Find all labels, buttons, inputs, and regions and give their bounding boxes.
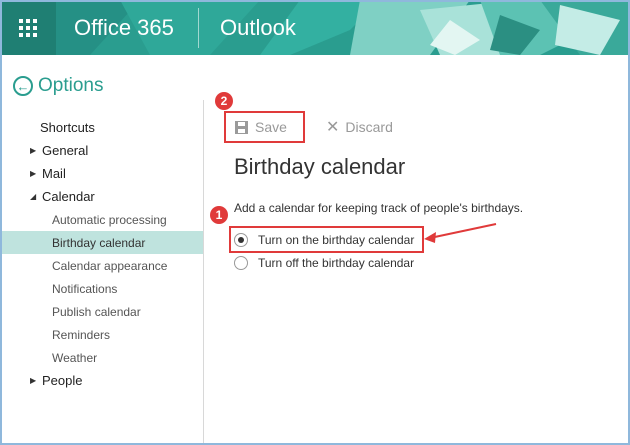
- annotation-arrow-icon: [424, 223, 497, 243]
- discard-label: Discard: [345, 119, 393, 135]
- app-title[interactable]: Outlook: [220, 15, 296, 41]
- options-sidebar: Shortcuts ▶ General ▶ Mail ◢ Calendar Au…: [0, 114, 203, 445]
- caret-down-icon: ◢: [30, 192, 37, 201]
- sidebar-item-mail[interactable]: ▶ Mail: [0, 162, 203, 185]
- sidebar-item-label: People: [42, 373, 83, 388]
- radio-button-checked[interactable]: [234, 233, 248, 247]
- sidebar-item-label: Shortcuts: [40, 120, 95, 135]
- radio-option-off[interactable]: Turn off the birthday calendar: [234, 253, 414, 273]
- sidebar-item-label: General: [42, 143, 89, 158]
- discard-button[interactable]: ✕ Discard: [326, 117, 393, 137]
- sidebar-item-automatic-processing[interactable]: Automatic processing: [0, 208, 203, 231]
- caret-right-icon: ▶: [30, 146, 37, 155]
- sidebar-item-shortcuts[interactable]: Shortcuts: [0, 116, 203, 139]
- step-badge-1: 1: [210, 206, 228, 224]
- sidebar-item-label: Mail: [42, 166, 66, 181]
- step-badge-2: 2: [215, 92, 233, 110]
- sidebar-item-publish-calendar[interactable]: Publish calendar: [0, 300, 203, 323]
- floppy-disk-icon: [235, 120, 248, 134]
- sidebar-item-calendar[interactable]: ◢ Calendar: [0, 185, 203, 208]
- page-title: Birthday calendar: [234, 154, 406, 179]
- sidebar-item-people[interactable]: ▶ People: [0, 369, 203, 392]
- close-icon: ✕: [326, 119, 340, 136]
- sidebar-item-weather[interactable]: Weather: [0, 346, 203, 369]
- sidebar-item-general[interactable]: ▶ General: [0, 139, 203, 162]
- sidebar-item-notifications[interactable]: Notifications: [0, 277, 203, 300]
- back-arrow-icon[interactable]: ←: [13, 76, 33, 96]
- radio-label: Turn on the birthday calendar: [258, 233, 415, 247]
- sidebar-item-label: Calendar: [42, 189, 95, 204]
- waffle-icon: [19, 18, 37, 37]
- radio-label: Turn off the birthday calendar: [258, 256, 415, 270]
- radio-option-on[interactable]: Turn on the birthday calendar: [234, 230, 414, 250]
- options-back-link[interactable]: ← Options: [13, 75, 103, 97]
- sidebar-item-calendar-appearance[interactable]: Calendar appearance: [0, 254, 203, 277]
- app-launcher-button[interactable]: [0, 0, 56, 55]
- top-bar: Office 365 Outlook: [0, 0, 630, 55]
- description-text: Add a calendar for keeping track of peop…: [234, 201, 524, 215]
- sidebar-item-birthday-calendar[interactable]: Birthday calendar: [0, 231, 203, 254]
- caret-right-icon: ▶: [30, 169, 37, 178]
- sidebar-item-reminders[interactable]: Reminders: [0, 323, 203, 346]
- save-button[interactable]: Save: [224, 111, 305, 143]
- options-title: Options: [38, 75, 104, 96]
- save-label: Save: [255, 119, 287, 135]
- brand-title[interactable]: Office 365: [74, 15, 174, 41]
- sidebar-divider: [203, 100, 204, 445]
- radio-button[interactable]: [234, 256, 248, 270]
- caret-right-icon: ▶: [30, 376, 37, 385]
- header-divider: [198, 8, 199, 48]
